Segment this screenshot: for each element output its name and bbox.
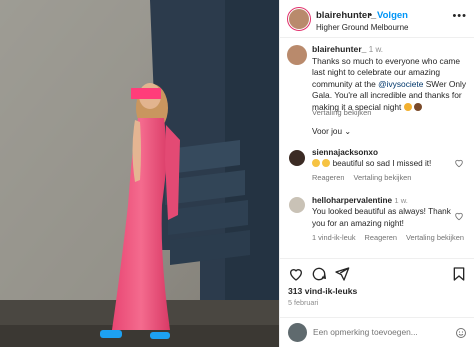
post-header: blairehunter_ • Volgen Higher Ground Mel… xyxy=(280,0,474,38)
comment-actions: 1 vind-ik-leuk Reageren Vertaling bekijken xyxy=(312,233,473,242)
reply-link[interactable]: Reageren xyxy=(365,233,397,242)
current-user-avatar xyxy=(288,323,307,342)
reply-link[interactable]: Reageren xyxy=(312,173,344,182)
post-photo[interactable] xyxy=(0,0,279,347)
comment-username[interactable]: siennajacksonxo xyxy=(312,148,378,157)
emoji-picker-icon[interactable] xyxy=(455,327,467,339)
comment-username[interactable]: helloharpervalentine xyxy=(312,196,392,205)
post-side-panel: blairehunter_ • Volgen Higher Ground Mel… xyxy=(279,0,474,347)
likes-count[interactable]: 313 vind-ik-leuks xyxy=(288,286,357,296)
comment-avatar[interactable] xyxy=(289,150,305,166)
like-comment-icon[interactable] xyxy=(454,158,464,168)
for-you-dropdown[interactable]: Voor jou ⌄ xyxy=(312,126,351,136)
like-heart-icon[interactable] xyxy=(288,266,304,282)
caption-time: 1 w. xyxy=(368,45,384,54)
share-paper-plane-icon[interactable] xyxy=(334,266,350,282)
translate-link[interactable]: Vertaling bekijken xyxy=(406,233,464,242)
likes-count-link[interactable]: 1 vind-ik-leuk xyxy=(312,233,356,242)
add-comment-bar xyxy=(280,317,474,347)
smile-emoji-icon xyxy=(312,159,320,168)
comment-input[interactable] xyxy=(313,327,453,337)
comment-actions: Reageren Vertaling bekijken xyxy=(312,173,420,182)
translate-link[interactable]: Vertaling bekijken xyxy=(353,173,411,182)
comment-avatar[interactable] xyxy=(289,197,305,213)
caption-mention[interactable]: @ivysociete xyxy=(378,79,423,89)
photo-scene xyxy=(0,0,279,347)
more-options-icon[interactable]: ••• xyxy=(452,10,467,22)
save-bookmark-icon[interactable] xyxy=(451,266,467,282)
comment-2: helloharpervalentine 1 w. You looked bea… xyxy=(312,195,452,229)
comment-text: You looked beautiful as always! Thank yo… xyxy=(312,207,451,228)
caption-username[interactable]: blairehunter_ xyxy=(312,44,366,54)
smile-emoji-icon xyxy=(322,159,331,168)
emoji-icon xyxy=(414,102,423,111)
caption-translate-link[interactable]: Vertaling bekijken xyxy=(312,108,372,117)
comment-1: siennajacksonxo beautiful so sad I misse… xyxy=(312,147,452,170)
post-location[interactable]: Higher Ground Melbourne xyxy=(316,23,409,32)
comment-text: beautiful so sad I missed it! xyxy=(332,159,432,169)
separator-dot: • xyxy=(369,10,373,20)
comment-time: 1 w. xyxy=(394,196,408,205)
like-comment-icon[interactable] xyxy=(454,211,464,221)
post-actions: 313 vind-ik-leuks 5 februari xyxy=(280,258,474,347)
caption-avatar[interactable] xyxy=(287,45,307,65)
post-date: 5 februari xyxy=(288,298,319,307)
party-emoji-icon xyxy=(403,102,412,111)
author-avatar[interactable] xyxy=(287,7,311,31)
author-username[interactable]: blairehunter_ xyxy=(316,10,376,21)
caption: blairehunter_ 1 w. Thanks so much to eve… xyxy=(312,44,470,114)
follow-button[interactable]: Volgen xyxy=(377,10,408,21)
comment-bubble-icon[interactable] xyxy=(311,266,327,282)
